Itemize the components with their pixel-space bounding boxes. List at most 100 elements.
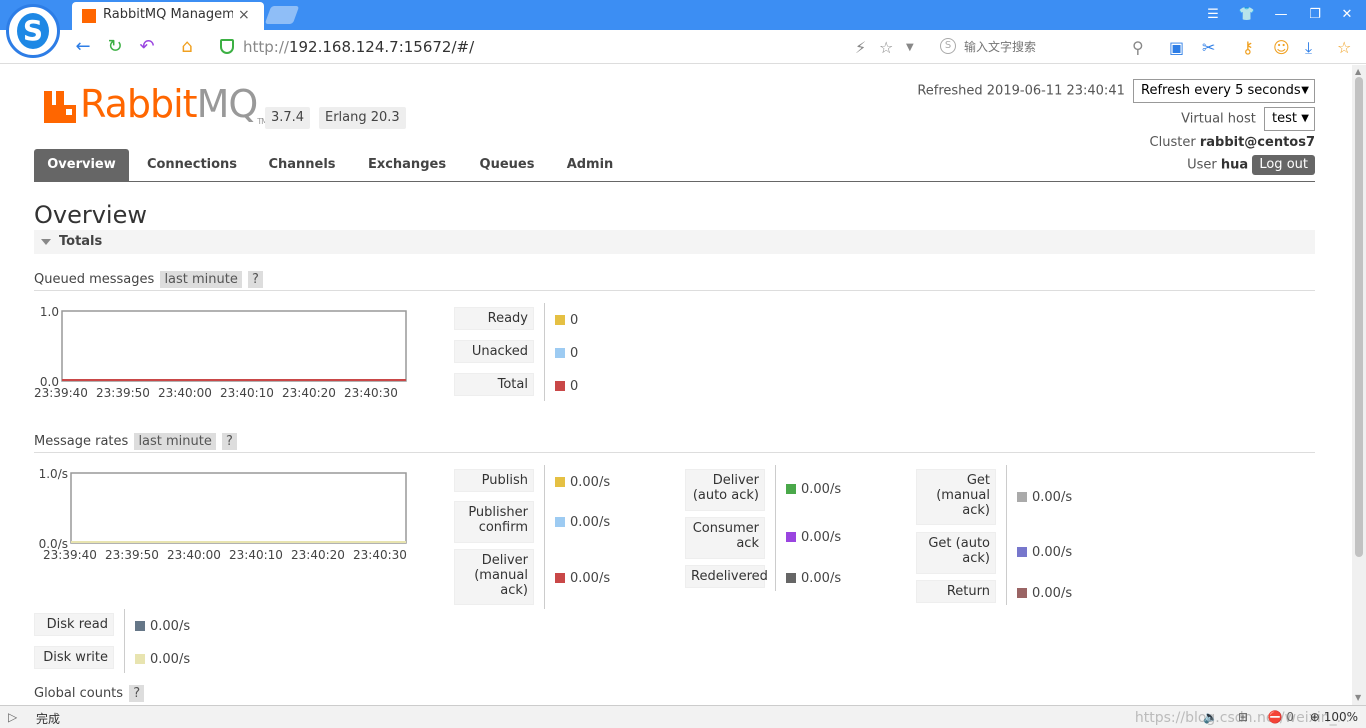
dropdown-icon[interactable]: ▼: [906, 42, 914, 53]
url-host: 192.168.124.7:15672/#/: [288, 38, 475, 56]
legend-return-value: 0.00/s: [1017, 586, 1072, 601]
tab-admin[interactable]: Admin: [560, 149, 620, 181]
close-window-icon[interactable]: ✕: [1336, 5, 1358, 25]
queued-help-button[interactable]: ?: [248, 271, 263, 288]
search-input[interactable]: [938, 36, 1148, 58]
scroll-down-icon[interactable]: ▼: [1355, 693, 1361, 702]
address-bar: ← ↻ ↶ ⌂ http://192.168.124.7:15672/#/ ⚡ …: [0, 30, 1366, 64]
scroll-up-icon[interactable]: ▲: [1355, 67, 1361, 76]
legend-get-manual-label: Get (manual ack): [916, 469, 996, 525]
vhost-label: Virtual host: [1181, 111, 1256, 127]
global-counts-help-button[interactable]: ?: [129, 685, 145, 702]
save-icon[interactable]: ⊞: [1238, 710, 1248, 724]
scrollbar-thumb[interactable]: [1355, 77, 1363, 557]
legend-publish-label: Publish: [454, 469, 534, 492]
x-tick-label: 23:40:20: [282, 386, 336, 400]
tab-channels[interactable]: Channels: [262, 149, 342, 181]
legend-deliver-auto-label: Deliver (auto ack): [685, 469, 765, 511]
browser-status-bar: ▷ 完成 https://blog.csdn.net/weixin_... 🔈 …: [0, 705, 1366, 728]
message-rates-title: Message rates last minute ?: [34, 433, 237, 450]
speaker-icon[interactable]: 🔈: [1203, 710, 1218, 724]
chart-plot-frame: [70, 472, 407, 544]
adblock-icon: ⛔: [1267, 710, 1283, 724]
star-icon[interactable]: ☆: [879, 38, 893, 57]
x-tick-label: 23:39:50: [105, 548, 159, 562]
page-title: Overview: [34, 201, 147, 229]
tab-exchanges[interactable]: Exchanges: [362, 149, 452, 181]
rabbitmq-wordmark: RabbitMQTM: [80, 82, 268, 126]
rates-help-button[interactable]: ?: [222, 433, 237, 450]
download-icon[interactable]: ⤓: [1305, 38, 1312, 58]
legend-disk-write-label: Disk write: [34, 646, 114, 669]
x-tick-label: 23:40:10: [229, 548, 283, 562]
section-divider: [34, 452, 1315, 453]
back-icon[interactable]: ←: [72, 36, 94, 58]
totals-section-header[interactable]: Totals: [34, 230, 1315, 254]
legend-return-label: Return: [916, 580, 996, 603]
legend-ready-label: Ready: [454, 307, 534, 330]
chart-svg: 1.00.023:39:40 23:39:50 23:40:00 23:40:10 23…: [34, 305, 407, 400]
queued-range-pill[interactable]: last minute: [160, 271, 242, 288]
blocked-count[interactable]: ⛔ 0: [1268, 710, 1294, 724]
url-field[interactable]: http://192.168.124.7:15672/#/: [243, 38, 474, 56]
x-tick-label: 23:40:20: [291, 548, 345, 562]
skin-icon[interactable]: 👕: [1236, 5, 1258, 25]
tab-overview[interactable]: Overview: [34, 149, 129, 181]
legend-consumer-ack-value: 0.00/s: [786, 530, 841, 545]
home-icon[interactable]: ⌂: [176, 36, 198, 58]
restore-icon[interactable]: ❐: [1304, 5, 1326, 25]
menu-icon[interactable]: ☰: [1202, 5, 1224, 25]
play-icon[interactable]: ▷: [8, 710, 17, 724]
legend-separator: [544, 303, 545, 401]
legend-deliver-manual-label: Deliver (manual ack): [454, 549, 534, 605]
legend-total-label: Total: [454, 373, 534, 396]
legend-unacked-value: 0: [555, 346, 578, 361]
legend-publisher-confirm-label: Publisher confirm: [454, 501, 534, 543]
select-arrow-icon: ▼: [1301, 85, 1309, 96]
key-icon[interactable]: ⚷: [1242, 38, 1254, 57]
vhost-select[interactable]: test ▼: [1264, 107, 1315, 131]
minimize-icon[interactable]: —: [1270, 5, 1292, 25]
scissors-icon[interactable]: ✂: [1202, 38, 1215, 57]
browser-tab-active[interactable]: RabbitMQ Management ×: [72, 2, 264, 30]
cluster-value: rabbit@centos7: [1199, 135, 1315, 150]
x-tick-label: 23:40:30: [353, 548, 407, 562]
cluster-line: Cluster rabbit@centos7: [1150, 135, 1315, 150]
emoji-icon[interactable]: ☺: [1273, 38, 1290, 57]
undo-icon[interactable]: ↶: [136, 36, 158, 58]
tab-title: RabbitMQ Management: [103, 7, 233, 22]
browser-logo[interactable]: S: [6, 4, 60, 58]
page-content: RabbitMQTM 3.7.4 Erlang 20.3 Refreshed 2…: [0, 65, 1352, 705]
x-tick-label: 23:39:50: [96, 386, 150, 400]
tab-queues[interactable]: Queues: [474, 149, 540, 181]
vertical-scrollbar[interactable]: ▲ ▼: [1352, 65, 1366, 705]
x-tick-label: 23:39:40: [43, 548, 97, 562]
secure-shield-icon: [220, 39, 234, 54]
legend-redelivered-value: 0.00/s: [786, 571, 841, 586]
refresh-select[interactable]: Refresh every 5 seconds ▼: [1133, 79, 1315, 103]
rabbitmq-favicon-icon: [82, 9, 96, 23]
rates-range-pill[interactable]: last minute: [134, 433, 216, 450]
favorites-icon[interactable]: ☆: [1337, 38, 1351, 57]
rabbitmq-logo-icon: [44, 91, 76, 123]
legend-disk-read-label: Disk read: [34, 613, 114, 636]
message-rates-chart: 1.0/s 0.0/s 23:39:40 23:39:50 23:40:00 23:40:…: [34, 465, 414, 565]
erlang-badge: Erlang 20.3: [319, 107, 406, 129]
lightning-icon[interactable]: ⚡: [855, 38, 866, 57]
refreshed-label: Refreshed 2019-06-11 23:40:41: [917, 83, 1125, 99]
tab-connections[interactable]: Connections: [144, 149, 240, 181]
new-tab-button[interactable]: [264, 6, 300, 24]
refresh-icon[interactable]: ↻: [104, 36, 126, 58]
legend-unacked-label: Unacked: [454, 340, 534, 363]
x-tick-label: 23:40:30: [344, 386, 398, 400]
search-icon[interactable]: ⚲: [1132, 38, 1144, 57]
legend-get-manual-value: 0.00/s: [1017, 490, 1072, 505]
legend-ready-value: 0: [555, 313, 578, 328]
x-tick-label: 23:40:00: [167, 548, 221, 562]
tab-close-icon[interactable]: ×: [238, 7, 250, 23]
legend-deliver-manual-value: 0.00/s: [555, 571, 610, 586]
url-protocol: http://: [243, 38, 289, 56]
extension-icon[interactable]: ▣: [1169, 38, 1184, 57]
zoom-level[interactable]: ⊕ 100%: [1310, 710, 1358, 724]
legend-disk-write-value: 0.00/s: [135, 652, 190, 667]
